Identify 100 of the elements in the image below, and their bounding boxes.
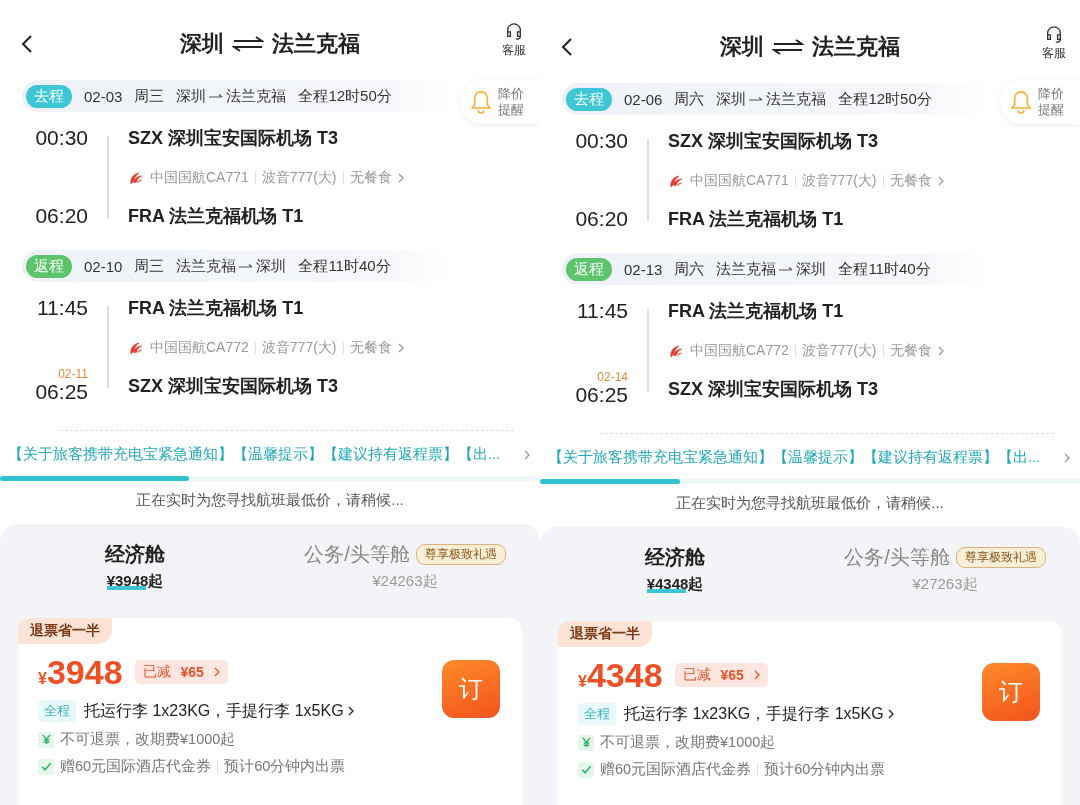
fare-price: ¥4348 bbox=[578, 655, 663, 695]
leg-duration: 全程11时40分 bbox=[298, 256, 391, 276]
leg-weekday: 周三 bbox=[134, 256, 165, 276]
searching-message: 正在实时为您寻找航班最低价，请稍候... bbox=[135, 491, 405, 510]
leg-weekday: 周六 bbox=[674, 259, 705, 279]
chevron-icon bbox=[347, 706, 354, 716]
chevron-icon bbox=[397, 343, 404, 353]
route-origin: 深圳 bbox=[176, 86, 207, 106]
departure-airport: FRA 法兰克福机场 T1 bbox=[128, 297, 305, 320]
next-day-date: 02-11 bbox=[58, 368, 88, 380]
bell-icon bbox=[1010, 90, 1032, 114]
leg-date: 02-13 bbox=[624, 260, 663, 278]
leg-tag: 去程 bbox=[566, 87, 612, 111]
meal-info: 无餐食 bbox=[349, 339, 392, 357]
check-icon bbox=[40, 761, 52, 772]
airline-logo-icon bbox=[128, 340, 144, 356]
airline-logo-icon bbox=[668, 173, 684, 189]
chevron-icon bbox=[524, 449, 530, 460]
meal-info: 无餐食 bbox=[349, 169, 392, 187]
perk-badge: 尊享极致礼遇 bbox=[415, 544, 506, 565]
arrival-airport: FRA 法兰克福机场 T1 bbox=[668, 208, 845, 231]
baggage-info[interactable]: 托运行李 1x23KG，手提行李 1x5KG bbox=[84, 700, 354, 722]
perk-text: 预计60分钟内出票 bbox=[764, 760, 886, 779]
price-alert-button[interactable]: 降价 提醒 bbox=[460, 80, 540, 124]
route-destination: 法兰克福 bbox=[766, 89, 827, 109]
discount-badge[interactable]: 已减 ¥65 bbox=[674, 663, 768, 687]
meal-info: 无餐食 bbox=[889, 172, 932, 190]
meal-info: 无餐食 bbox=[889, 342, 932, 360]
leg-tag: 返程 bbox=[26, 254, 72, 278]
customer-service-button[interactable]: 客服 bbox=[1042, 25, 1066, 62]
swap-arrows-icon bbox=[772, 38, 804, 56]
route-destination: 深圳 bbox=[796, 259, 827, 279]
chevron-icon bbox=[887, 709, 894, 719]
arrival-airport: FRA 法兰克福机场 T1 bbox=[128, 205, 305, 228]
perk-badge: 尊享极致礼遇 bbox=[955, 547, 1046, 568]
departure-time: 00:30 bbox=[574, 129, 628, 153]
leg-weekday: 周三 bbox=[134, 86, 165, 106]
arrival-airport: SZX 深圳宝安国际机场 T3 bbox=[668, 378, 879, 401]
departure-time: 00:30 bbox=[34, 126, 88, 150]
airline-logo-icon bbox=[128, 170, 144, 186]
chevron-icon bbox=[1064, 452, 1070, 463]
route-origin: 深圳 bbox=[716, 89, 747, 109]
notice-link[interactable]: 【关于旅客携带充电宝紧急通知】【温馨提示】【建议持有返程票】【出... bbox=[8, 445, 501, 464]
flight-number: 中国国航CA771 bbox=[690, 172, 789, 190]
cabin-tab[interactable]: 公务/头等舱 尊享极致礼遇 ¥27263起 bbox=[810, 527, 1080, 611]
chevron-icon bbox=[937, 176, 944, 186]
leg-date: 02-03 bbox=[84, 87, 123, 105]
destination-city: 法兰克福 bbox=[812, 33, 900, 61]
origin-city: 深圳 bbox=[720, 33, 764, 61]
origin-city: 深圳 bbox=[180, 30, 224, 58]
searching-message: 正在实时为您寻找航班最低价，请稍候... bbox=[675, 494, 945, 513]
arrival-time: 06:25 bbox=[575, 383, 628, 407]
leg-date: 02-10 bbox=[84, 257, 123, 275]
perk-text: 赠60元国际酒店代金券 bbox=[60, 757, 212, 776]
book-button[interactable]: 订 bbox=[982, 663, 1040, 721]
baggage-info[interactable]: 托运行李 1x23KG，手提行李 1x5KG bbox=[624, 703, 894, 725]
leg-duration: 全程12时50分 bbox=[298, 86, 392, 106]
chevron-icon bbox=[937, 346, 944, 356]
arrival-time: 06:20 bbox=[35, 204, 88, 228]
fare-price: ¥3948 bbox=[38, 652, 123, 692]
bell-icon bbox=[470, 90, 492, 114]
headset-icon bbox=[505, 22, 523, 40]
airline-logo-icon bbox=[668, 343, 684, 359]
refund-tag: 退票省一半 bbox=[18, 618, 112, 644]
departure-airport: FRA 法兰克福机场 T1 bbox=[668, 300, 845, 323]
yen-icon bbox=[40, 734, 52, 745]
arrow-icon bbox=[749, 96, 764, 102]
perk-text: 预计60分钟内出票 bbox=[224, 757, 346, 776]
chevron-icon bbox=[213, 667, 220, 677]
cabin-tab[interactable]: 经济舱 ¥4348起 bbox=[540, 527, 810, 611]
refund-policy: 不可退票，改期费¥1000起 bbox=[600, 733, 776, 752]
discount-badge[interactable]: 已减 ¥65 bbox=[134, 660, 228, 684]
customer-service-button[interactable]: 客服 bbox=[502, 22, 526, 59]
notice-link[interactable]: 【关于旅客携带充电宝紧急通知】【温馨提示】【建议持有返程票】【出... bbox=[548, 448, 1041, 467]
book-button[interactable]: 订 bbox=[442, 660, 500, 718]
departure-time: 11:45 bbox=[576, 299, 628, 323]
leg-duration: 全程11时40分 bbox=[838, 259, 931, 279]
departure-time: 11:45 bbox=[36, 296, 88, 320]
cabin-tab[interactable]: 经济舱 ¥3948起 bbox=[0, 524, 270, 608]
back-icon[interactable] bbox=[20, 34, 34, 54]
destination-city: 法兰克福 bbox=[272, 30, 360, 58]
swap-arrows-icon bbox=[232, 35, 264, 53]
aircraft-type: 波音777(大) bbox=[261, 169, 337, 187]
leg-tag: 去程 bbox=[26, 84, 72, 108]
price-alert-button[interactable]: 降价 提醒 bbox=[1000, 80, 1080, 124]
flight-number: 中国国航CA772 bbox=[150, 339, 249, 357]
back-icon[interactable] bbox=[560, 37, 574, 57]
scope-tag: 全程 bbox=[38, 700, 76, 722]
leg-date: 02-06 bbox=[624, 90, 663, 108]
route-destination: 法兰克福 bbox=[226, 86, 287, 106]
aircraft-type: 波音777(大) bbox=[801, 342, 877, 360]
arrival-time: 06:20 bbox=[575, 207, 628, 231]
aircraft-type: 波音777(大) bbox=[261, 339, 337, 357]
cabin-tab[interactable]: 公务/头等舱 尊享极致礼遇 ¥24263起 bbox=[270, 524, 540, 608]
next-day-date: 02-14 bbox=[597, 371, 628, 383]
departure-airport: SZX 深圳宝安国际机场 T3 bbox=[128, 127, 339, 150]
leg-tag: 返程 bbox=[566, 257, 612, 281]
leg-duration: 全程12时50分 bbox=[838, 89, 932, 109]
scope-tag: 全程 bbox=[578, 703, 616, 725]
route-origin: 法兰克福 bbox=[176, 256, 237, 276]
